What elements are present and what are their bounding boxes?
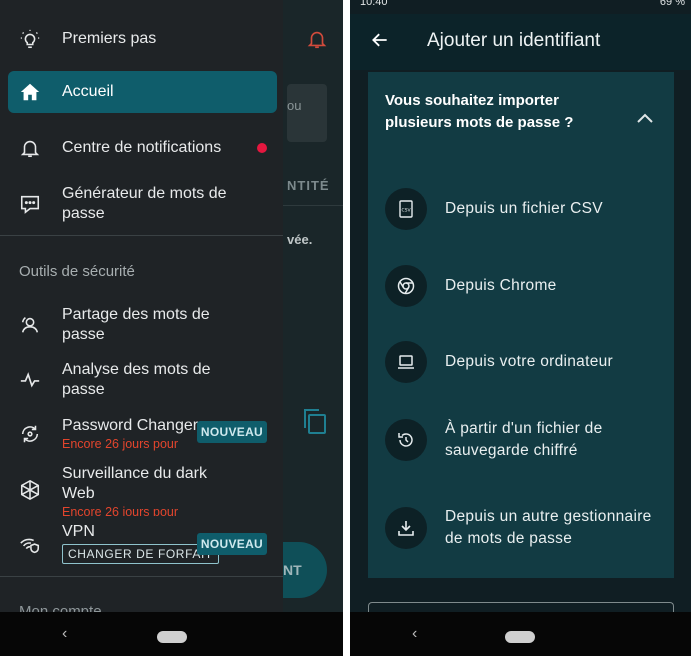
nav-home-button[interactable]: [157, 631, 187, 643]
nav-back-button[interactable]: ‹: [62, 625, 67, 643]
nav-home-button[interactable]: [505, 631, 535, 643]
divider: [0, 235, 283, 236]
background-divider: [283, 205, 343, 206]
wifi-shield-icon: [20, 538, 40, 554]
background-header-text: NTITÉ: [287, 178, 330, 193]
import-option-label: Depuis un fichier CSV: [445, 200, 603, 218]
trial-days-text: Encore 26 jours pour: [62, 437, 179, 451]
status-battery: 69 %: [659, 0, 685, 8]
import-option-label: Depuis votre ordinateur: [445, 353, 614, 371]
share-user-icon: [21, 317, 39, 333]
bell-icon: [20, 140, 40, 158]
import-option-label: Depuis Chrome: [445, 277, 557, 295]
section-title-account: Mon compte: [19, 603, 102, 612]
menu-item-analyse[interactable]: Analyse des mots de passe: [8, 358, 277, 402]
change-plan-button[interactable]: CHANGER DE FORFAIT: [62, 544, 219, 564]
trial-days-text: Encore 26 jours pour: [62, 505, 179, 516]
import-card: Vous souhaitez importer plusieurs mots d…: [368, 72, 674, 578]
background-body-text: vée.: [287, 232, 313, 247]
page-title: Ajouter un identifiant: [427, 30, 601, 51]
menu-item-label: Centre de notifications: [62, 139, 222, 156]
menu-item-label: Surveillance du dark Web: [62, 465, 207, 502]
divider: [0, 576, 283, 577]
app-bar: Ajouter un identifiant: [350, 14, 691, 70]
lightbulb-icon: [20, 29, 40, 49]
notification-dot: [257, 143, 267, 153]
import-option-label: Depuis un autre gestionnaire de mots de …: [445, 508, 652, 547]
menu-item-label: Analyse des mots de passe: [62, 361, 211, 398]
menu-item-notifications[interactable]: Centre de notifications: [8, 128, 277, 168]
bell-icon: [307, 31, 327, 49]
nav-back-button[interactable]: ‹: [412, 625, 417, 643]
menu-item-label: Accueil: [62, 83, 114, 100]
background-card: ou: [287, 84, 327, 142]
new-badge: NOUVEAU: [196, 533, 267, 555]
home-icon: [20, 83, 40, 101]
import-option-label: À partir d'un fichier de sauvegarde chif…: [445, 420, 603, 459]
menu-item-label: Premiers pas: [62, 30, 157, 47]
password-generator-icon: [20, 195, 40, 214]
menu-item-label: Partage des mots de passe: [62, 306, 210, 343]
section-title-security: Outils de sécurité: [19, 263, 135, 280]
darkweb-icon: [20, 479, 40, 501]
menu-item-premiers-pas[interactable]: Premiers pas: [8, 20, 277, 58]
menu-item-password-changer[interactable]: Password Changer Encore 26 jours pour NO…: [8, 414, 277, 454]
back-arrow-icon[interactable]: [370, 30, 390, 50]
pulse-icon: [20, 372, 40, 388]
menu-item-label: VPN: [62, 523, 95, 540]
menu-item-vpn[interactable]: VPN CHANGER DE FORFAIT NOUVEAU: [8, 522, 277, 570]
copy-icon: [304, 409, 326, 434]
menu-item-label: Password Changer: [62, 417, 199, 434]
svg-text:CSV: CSV: [401, 208, 411, 214]
restore-icon: [398, 432, 413, 447]
menu-item-partage[interactable]: Partage des mots de passe: [8, 303, 277, 347]
chevron-up-icon[interactable]: [636, 112, 654, 124]
import-option-csv[interactable]: CSV Depuis un fichier CSV: [385, 188, 665, 230]
navigation-drawer: Premiers pas Accueil Centre de notificat…: [0, 0, 283, 612]
menu-item-label: Générateur de mots de passe: [62, 185, 227, 222]
status-time: 10:40: [360, 0, 388, 8]
import-option-chrome[interactable]: Depuis Chrome: [385, 265, 665, 307]
import-option-backup[interactable]: À partir d'un fichier de sauvegarde chif…: [385, 418, 665, 461]
import-card-title: Vous souhaitez importer plusieurs mots d…: [385, 92, 574, 131]
laptop-icon: [398, 355, 414, 369]
left-screen: ou NTITÉ vée. NT Premiers pas Accueil Ce…: [0, 0, 343, 656]
status-bar: 10:40 69 %: [350, 0, 691, 14]
chrome-icon: [397, 277, 415, 295]
menu-item-dark-web[interactable]: Surveillance du dark Web Encore 26 jours…: [8, 464, 277, 516]
csv-file-icon: CSV: [399, 200, 413, 218]
download-icon: [398, 520, 414, 536]
import-option-other-manager[interactable]: Depuis un autre gestionnaire de mots de …: [385, 506, 665, 549]
menu-item-accueil[interactable]: Accueil: [8, 71, 277, 113]
new-badge: NOUVEAU: [196, 421, 267, 443]
refresh-icon: [21, 425, 39, 443]
import-option-computer[interactable]: Depuis votre ordinateur: [385, 341, 665, 383]
menu-item-generateur[interactable]: Générateur de mots de passe: [8, 182, 277, 226]
right-screen: 10:40 69 % Ajouter un identifiant Vous s…: [350, 0, 691, 656]
